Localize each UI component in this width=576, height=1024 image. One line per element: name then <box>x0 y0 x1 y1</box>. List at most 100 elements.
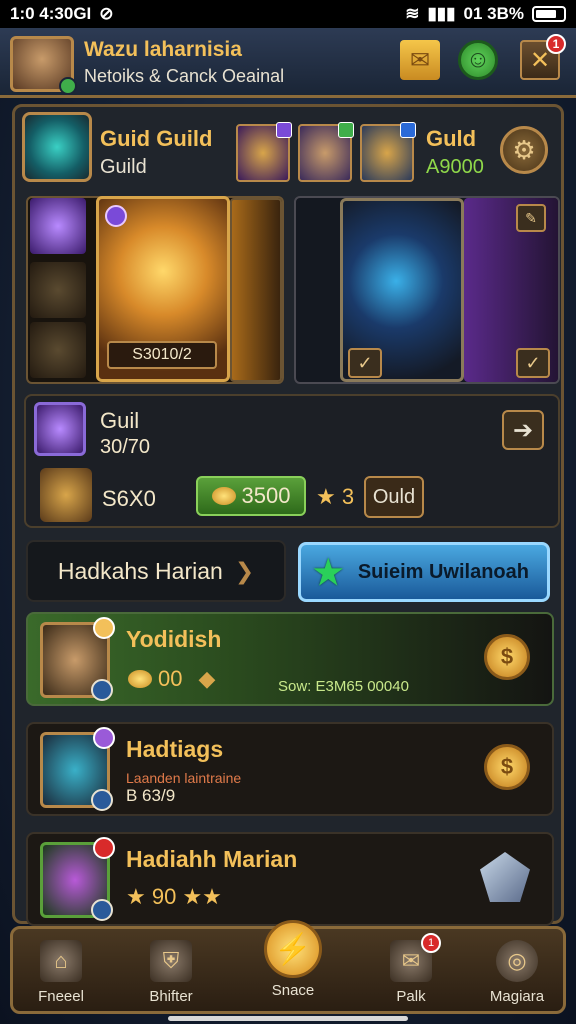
left-action-button[interactable]: Hadkahs Harian ❯ <box>26 540 286 602</box>
guild-detail-card: Guil 30/70 ➔ S6X0 3500 ★ 3 Ould <box>24 394 560 528</box>
list-item-name: Hadtiags <box>126 736 224 762</box>
nav-pack-label: Palk <box>396 988 426 1005</box>
star-count: ★ 3 <box>316 484 355 509</box>
nav-shelter-label: Bhifter <box>149 988 193 1005</box>
coin-icon <box>211 487 236 505</box>
rank-badge-icon <box>93 727 115 749</box>
signal-icon: ▮▮▮ <box>427 4 456 23</box>
chevron-right-icon: ❯ <box>234 557 255 584</box>
helmet-icon <box>40 468 92 522</box>
mail-icon: ✉ <box>409 46 431 74</box>
member-tag-icon <box>276 122 292 138</box>
left-action-label: Hadkahs Harian <box>57 557 223 584</box>
home-icon: ⌂ <box>40 940 82 982</box>
list-item-name: Hadiahh Marian <box>126 846 298 872</box>
guild-small-button[interactable]: Ould <box>364 476 424 518</box>
star-icon: ★ <box>313 554 344 592</box>
guild-member-1[interactable] <box>236 122 292 182</box>
guild-row-next-button[interactable]: ➔ <box>502 410 544 450</box>
item-slot-2[interactable] <box>30 262 86 318</box>
list-item-extra: Sow: E3M65 00040 <box>278 678 409 695</box>
player-subtitle: Netoiks & Canck Oeainal <box>84 66 285 86</box>
nav-pack-badge: 1 <box>421 933 441 953</box>
nav-pack[interactable]: ✉ 1 Palk <box>363 933 459 1011</box>
level-indicator-icon <box>59 77 77 95</box>
member-tag-icon <box>338 122 354 138</box>
friends-icon: ☺ <box>465 46 491 73</box>
coin-icon <box>128 670 152 688</box>
list-item[interactable]: Hadiahh Marian ★ 90 ★★ <box>26 832 554 926</box>
hero-card-next[interactable] <box>230 198 282 382</box>
gem-icon[interactable] <box>480 852 530 902</box>
gear-icon: ⚙ <box>512 134 536 165</box>
list-item-amount: 00 ◆ <box>128 666 215 692</box>
class-badge-icon <box>91 899 113 921</box>
guild-row-title: Guil <box>100 408 140 433</box>
pen-icon: ✎ <box>525 209 537 226</box>
lightning-icon: ⚡ <box>264 920 322 978</box>
options-button[interactable]: ✎ <box>516 204 546 232</box>
list-item-amount-value: 00 <box>158 666 183 691</box>
guild-title: Guid Guild <box>100 126 213 151</box>
avatar <box>40 727 115 811</box>
guild-power: A9000 <box>426 156 484 178</box>
guild-subtitle: Guild <box>100 156 147 178</box>
arrow-right-icon: ➔ <box>512 416 534 444</box>
hero-card-featured[interactable]: S3010/2 <box>96 196 230 382</box>
class-badge-icon <box>91 679 113 701</box>
wifi-icon: ≋ <box>405 4 420 23</box>
list-item-stars-value: 90 <box>151 884 177 909</box>
notification-icon: ⊘ <box>99 4 114 23</box>
close-button[interactable]: ✕ 1 <box>520 34 566 80</box>
list-item[interactable]: Hadtiags Laanden laintraine B 63/9 $ <box>26 722 554 816</box>
guild-emblem-icon[interactable] <box>22 112 92 182</box>
status-time: 1:0 4:30GI <box>10 4 92 23</box>
nav-home-label: Fneeel <box>38 988 84 1005</box>
star-count-value: 3 <box>341 484 355 509</box>
select-right-button[interactable]: ✓ <box>516 348 550 378</box>
list-item-name: Yodidish <box>126 626 222 652</box>
rank-badge-icon <box>93 617 115 639</box>
list-item[interactable]: Yodidish 00 ◆ Sow: E3M65 00040 $ <box>26 612 554 706</box>
member-tag-icon <box>400 122 416 138</box>
nav-magic-label: Magiara <box>489 988 545 1005</box>
crystal-icon: ◆ <box>198 666 216 691</box>
player-avatar[interactable] <box>10 36 77 95</box>
class-badge-icon <box>91 789 113 811</box>
home-indicator[interactable] <box>168 1016 408 1021</box>
battery-text: 01 3B% <box>463 4 524 23</box>
friends-button[interactable]: ☺ <box>458 40 498 80</box>
nav-shelter[interactable]: ⛨ Bhifter <box>123 933 219 1011</box>
mail-button[interactable]: ✉ <box>400 40 440 80</box>
guild-name-right: Guld <box>426 126 477 151</box>
close-badge: 1 <box>546 34 566 54</box>
magic-circle-icon: ◎ <box>496 940 538 982</box>
rarity-icon <box>105 205 127 227</box>
select-left-button[interactable]: ✓ <box>348 348 382 378</box>
check-icon: ✓ <box>525 352 541 373</box>
shield-icon: ⛨ <box>150 940 192 982</box>
right-action-button[interactable]: ★ Suieim Uwilanoah <box>298 542 550 602</box>
buy-button[interactable]: 3500 <box>196 476 306 516</box>
rank-badge-icon <box>93 837 115 859</box>
settings-button[interactable]: ⚙ <box>500 126 548 174</box>
hero-price: S3010/2 <box>107 341 217 369</box>
nav-home[interactable]: ⌂ Fneeel <box>13 933 109 1011</box>
item-slot-3[interactable] <box>30 322 86 378</box>
guild-row-cost: S6X0 <box>102 486 156 511</box>
top-header: Wazu laharnisia Netoiks & Canck Oeainal … <box>0 28 576 98</box>
gold-coin-icon[interactable]: $ <box>484 634 530 680</box>
right-action-label: Suieim Uwilanoah <box>357 560 529 583</box>
guild-member-2[interactable] <box>298 122 354 182</box>
gold-coin-icon[interactable]: $ <box>484 744 530 790</box>
guild-member-3[interactable] <box>360 122 416 182</box>
bottom-navigation: ⌂ Fneeel ⛨ Bhifter ⚡ Snace ✉ 1 Palk ◎ Ma… <box>10 920 566 1014</box>
nav-magic[interactable]: ◎ Magiara <box>469 933 565 1011</box>
item-slot-1[interactable] <box>30 198 86 254</box>
guild-row-count: 30/70 <box>100 436 151 458</box>
status-bar: 1:0 4:30GI ⊘ ≋ ▮▮▮ 01 3B% <box>0 0 576 28</box>
player-name: Wazu laharnisia <box>84 38 242 61</box>
avatar <box>40 837 115 921</box>
list-item-stars: ★ 90 ★★ <box>126 884 222 909</box>
nav-main[interactable]: ⚡ Snace <box>253 913 333 1009</box>
